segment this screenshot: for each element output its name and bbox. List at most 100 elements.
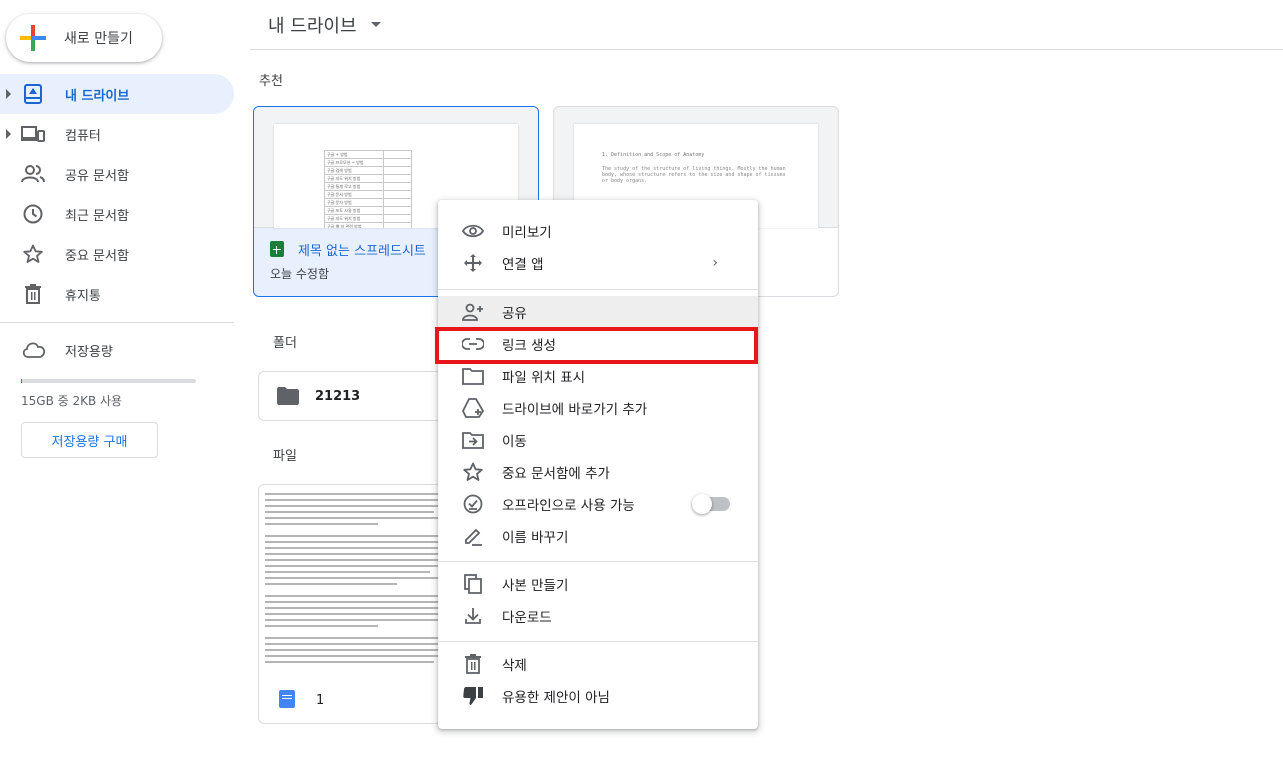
sidebar: 새로 만들기 내 드라이브 컴퓨터 공유 문서함 최근 문서함 중요 문서함 휴… (0, 0, 250, 761)
sidebar-item-starred[interactable]: 중요 문서함 (0, 234, 234, 274)
thumbnail-table-row: 구글 지도 위치 방법 (324, 214, 412, 223)
star-outline-icon (462, 461, 484, 483)
sidebar-item-label: 컴퓨터 (65, 128, 101, 144)
menu-item-show-location[interactable]: 파일 위치 표시 (438, 360, 758, 392)
new-button[interactable]: 새로 만들기 (6, 14, 162, 62)
offline-toggle[interactable] (692, 494, 730, 514)
menu-item-label: 이름 바꾸기 (502, 530, 569, 546)
menu-item-label: 삭제 (502, 658, 527, 674)
cloud-icon (21, 339, 47, 363)
sidebar-item-trash[interactable]: 휴지통 (0, 274, 234, 314)
file-name: 1 (316, 693, 325, 708)
menu-item-make-copy[interactable]: 사본 만들기 (438, 568, 758, 600)
chevron-down-icon[interactable] (371, 22, 381, 27)
thumbnail-text-line (265, 619, 444, 621)
thumbnail-text-line (265, 643, 446, 645)
menu-item-preview[interactable]: 미리보기 (438, 215, 758, 247)
menu-item-share[interactable]: 공유 (438, 296, 758, 328)
thumbnail-text-line (265, 637, 448, 639)
thumbnail-table-cell: 구글 프로모션 ~ 방법 (324, 158, 384, 167)
menu-item-remove[interactable]: 삭제 (438, 648, 758, 680)
add-person-icon (462, 301, 484, 323)
context-menu: 미리보기 연결 앱 › 공유 링크 생성 파일 위치 표시 드라이브에 바로가기… (438, 200, 758, 729)
thumbnail-table-cell (383, 150, 412, 159)
thumbnail-table-cell (383, 166, 412, 175)
computer-icon (21, 123, 45, 145)
menu-item-add-shortcut[interactable]: 드라이브에 바로가기 추가 (438, 392, 758, 424)
thumbnail-text-line (265, 523, 378, 525)
chevron-right-icon: › (712, 255, 718, 271)
sidebar-item-label: 중요 문서함 (65, 248, 129, 264)
section-suggested: 추천 (259, 74, 283, 89)
storage-usage-text: 15GB 중 2KB 사용 (21, 394, 123, 408)
thumbnail-table-row: 구글 프로모션 ~ 방법 (324, 158, 412, 167)
thumbnail-table-cell (383, 214, 412, 223)
thumbnail-text-line (265, 553, 448, 555)
section-files: 파일 (273, 449, 297, 464)
sidebar-item-label: 내 드라이브 (65, 88, 130, 104)
my-drive-icon (21, 83, 45, 105)
spreadsheet-icon (270, 241, 284, 257)
offline-check-icon (462, 493, 484, 515)
eye-icon (462, 220, 484, 242)
menu-item-download[interactable]: 다운로드 (438, 600, 758, 632)
thumbnail-table-cell: 구글 지도 위치 방법 (324, 174, 384, 183)
thumbnail-text-line (265, 517, 448, 519)
thumbnail-table-cell: 구글 포토 사용 방법 (324, 206, 384, 215)
folder-outline-icon (462, 365, 484, 387)
document-icon (279, 690, 295, 708)
drive-shortcut-icon (462, 397, 484, 419)
menu-item-not-helpful[interactable]: 유용한 제안이 아님 (438, 680, 758, 712)
thumbs-down-icon (462, 685, 484, 707)
sidebar-item-my-drive[interactable]: 내 드라이브 (0, 74, 234, 114)
new-button-label: 새로 만들기 (64, 31, 133, 47)
thumbnail-table-cell (383, 198, 412, 207)
move-to-folder-icon (462, 429, 484, 451)
thumbnail-table-row: 구글 문서 방법 (324, 190, 412, 199)
folder-item[interactable]: 21213 (258, 371, 458, 421)
folder-icon (277, 387, 299, 409)
thumbnail-text-line (265, 583, 397, 585)
sidebar-item-storage[interactable]: 저장용량 (0, 330, 234, 370)
menu-item-add-starred[interactable]: 중요 문서함에 추가 (438, 456, 758, 488)
thumbnail-table-cell: 구글 통계 로고 방법 (324, 182, 384, 191)
menu-item-open-with[interactable]: 연결 앱 › (438, 247, 758, 279)
thumbnail-table-cell: 구글 문서 방법 (324, 190, 384, 199)
thumbnail-table-cell: 구글 웹 브 관련 방법 (324, 222, 384, 228)
sidebar-item-computers[interactable]: 컴퓨터 (0, 114, 234, 154)
expand-arrow-icon[interactable] (6, 89, 11, 99)
copy-icon (462, 573, 484, 595)
expand-arrow-icon[interactable] (6, 129, 11, 139)
sidebar-item-recent[interactable]: 최근 문서함 (0, 194, 234, 234)
thumbnail-text-line (265, 559, 438, 561)
thumbnail-text-line (265, 601, 446, 603)
menu-divider (438, 641, 758, 642)
thumbnail-text-line (265, 613, 450, 615)
menu-item-label: 미리보기 (502, 225, 552, 241)
thumbnail-text-line (265, 625, 378, 627)
menu-divider (438, 561, 758, 562)
thumbnail-text-line (265, 541, 452, 543)
thumbnail-text-line (265, 505, 450, 507)
thumbnail-table-cell: 구글 지도 위치 방법 (324, 214, 384, 223)
file-thumbnail (259, 485, 457, 675)
sidebar-item-shared[interactable]: 공유 문서함 (0, 154, 234, 194)
thumbnail-table-cell (383, 182, 412, 191)
thumbnail-table-cell: 구글 문자 방법 (324, 198, 384, 207)
thumbnail-text-line (265, 511, 435, 513)
menu-item-move[interactable]: 이동 (438, 424, 758, 456)
sidebar-item-label: 최근 문서함 (65, 208, 129, 224)
menu-item-rename[interactable]: 이름 바꾸기 (438, 520, 758, 552)
buy-storage-button[interactable]: 저장용량 구매 (21, 422, 158, 458)
thumbnail-text-line (265, 655, 442, 657)
menu-item-offline[interactable]: 오프라인으로 사용 가능 (438, 488, 758, 520)
file-name: 제목 없는 스프레드시트 (298, 244, 426, 259)
thumbnail-table-row: 구글 + 방법 (324, 150, 412, 159)
menu-item-label: 사본 만들기 (502, 578, 569, 594)
page-title[interactable]: 내 드라이브 (268, 12, 357, 38)
thumbnail-text-line (265, 595, 448, 597)
file-card[interactable]: 1 (258, 484, 458, 724)
star-icon (21, 243, 45, 265)
trash-icon (462, 653, 484, 675)
thumbnail-doc-text: The study of the structure of living thi… (602, 166, 786, 184)
